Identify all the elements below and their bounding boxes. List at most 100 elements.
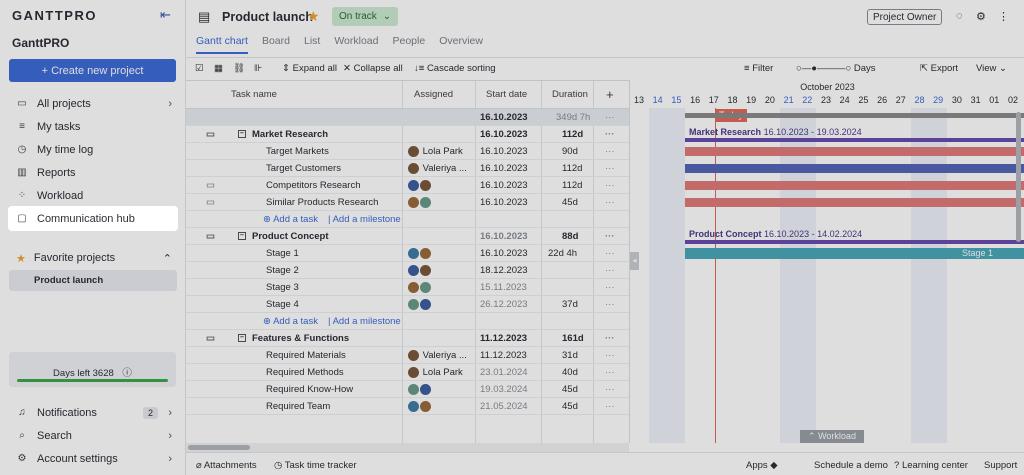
duration[interactable]: 112d [562, 180, 582, 191]
learning-center-link[interactable]: ? Learning center [894, 460, 968, 471]
start-date[interactable]: 26.12.2023 [480, 299, 528, 310]
gear-icon[interactable]: ⚙ [976, 10, 986, 23]
assignee[interactable] [408, 248, 432, 259]
sidebar-item-my-tasks[interactable]: ≡ My tasks [0, 115, 186, 138]
assignee[interactable] [408, 282, 432, 293]
comment-icon[interactable]: ▭ [206, 129, 215, 140]
more-icon[interactable]: ⋮ [998, 10, 1009, 23]
header-assigned[interactable]: Assigned [414, 89, 453, 100]
duration[interactable]: 45d [562, 401, 578, 412]
view-dropdown[interactable]: View ⌄ [976, 63, 1007, 74]
group-row[interactable]: ▭ – Market Research 16.10.2023 112d ··· [186, 126, 629, 143]
header-task-name[interactable]: Task name [231, 89, 277, 100]
duration[interactable]: 31d [562, 350, 578, 361]
duration[interactable]: 45d [562, 197, 578, 208]
task-name[interactable]: Required Know-How [266, 384, 353, 395]
similar-products-bar[interactable] [685, 198, 1024, 207]
tab-list[interactable]: List [304, 35, 320, 54]
task-row[interactable]: ▭ Competitors Research 16.10.2023 112d ··· [186, 177, 629, 194]
target-markets-bar[interactable] [685, 147, 1024, 156]
grid-horizontal-scroll[interactable] [186, 443, 629, 452]
target-customers-bar[interactable] [685, 164, 1024, 173]
start-date[interactable]: 16.10.2023 [480, 197, 528, 208]
cascade-sorting-button[interactable]: ↓≡ Cascade sorting [414, 63, 496, 74]
task-name[interactable]: Competitors Research [266, 180, 361, 191]
more-icon[interactable]: ··· [605, 163, 615, 174]
assignee[interactable]: Lola Park [408, 367, 463, 378]
more-icon[interactable]: ··· [605, 180, 615, 191]
chat-icon[interactable]: ◌ [956, 10, 963, 22]
header-start-date[interactable]: Start date [486, 89, 527, 100]
start-date[interactable]: 23.01.2024 [480, 367, 528, 378]
assignee[interactable] [408, 384, 432, 395]
zoom-slider[interactable]: ○—●———○ Days [796, 63, 876, 74]
favorite-project-item[interactable]: Product launch [9, 270, 177, 291]
task-row[interactable]: Required Know-How 19.03.2024 45d ··· [186, 381, 629, 398]
sidebar-item-notifications[interactable]: ♫ Notifications 2 › [0, 401, 186, 424]
more-icon[interactable]: ··· [605, 248, 615, 259]
task-row[interactable]: Stage 4 26.12.2023 37d ··· [186, 296, 629, 313]
task-row[interactable]: Stage 2 18.12.2023 ··· [186, 262, 629, 279]
start-date[interactable]: 15.11.2023 [480, 282, 527, 293]
duration[interactable]: 22d 4h [548, 248, 577, 259]
comment-icon[interactable]: ▭ [206, 231, 215, 242]
start-date[interactable]: 11.12.2023 [480, 350, 527, 361]
assignee[interactable] [408, 180, 432, 191]
add-task-row[interactable]: ⊕ Add a task | Add a milestone [186, 211, 629, 228]
duration[interactable]: 90d [562, 146, 578, 157]
sidebar-item-account-settings[interactable]: ⚙ Account settings › [0, 447, 186, 470]
more-icon[interactable]: ··· [605, 112, 615, 123]
more-icon[interactable]: ··· [605, 197, 615, 208]
link-icon[interactable]: ⛓ [233, 63, 245, 74]
collapse-icon[interactable]: – [238, 232, 246, 241]
duration[interactable]: 112d [562, 129, 583, 140]
more-icon[interactable]: ··· [605, 231, 615, 242]
comment-icon[interactable]: ▭ [206, 180, 215, 191]
task-name[interactable]: Target Markets [266, 146, 329, 157]
task-name[interactable]: Stage 1 [266, 248, 299, 259]
more-icon[interactable]: ··· [605, 299, 615, 310]
support-link[interactable]: Support [984, 460, 1017, 471]
start-date[interactable]: 21.05.2024 [480, 401, 528, 412]
sidebar-item-workload[interactable]: ⁘ Workload [0, 184, 186, 207]
more-icon[interactable]: ··· [605, 384, 615, 395]
more-icon[interactable]: ··· [605, 146, 615, 157]
group-row[interactable]: ▭ – Features & Functions 11.12.2023 161d ··· [186, 330, 629, 347]
duration[interactable]: 37d [562, 299, 578, 310]
header-duration[interactable]: Duration [552, 89, 588, 100]
add-task-row[interactable]: ⊕ Add a task | Add a milestone [186, 313, 629, 330]
comment-icon[interactable]: ▭ [206, 197, 215, 208]
more-icon[interactable]: ··· [605, 367, 615, 378]
start-date[interactable]: 16.10.2023 [480, 129, 528, 140]
task-row[interactable]: Stage 1 16.10.2023 22d 4h ··· [186, 245, 629, 262]
stage-1-bar[interactable]: Stage 1 [685, 248, 1024, 259]
task-row[interactable]: Stage 3 15.11.2023 ··· [186, 279, 629, 296]
task-name[interactable]: Similar Products Research [266, 197, 378, 208]
task-name[interactable]: Stage 4 [266, 299, 299, 310]
create-project-button[interactable]: + Create new project [9, 59, 176, 82]
assignee[interactable]: Valeriya ... [408, 163, 467, 174]
checkbox-icon[interactable]: ☑ [195, 63, 204, 74]
collapse-icon[interactable]: – [238, 334, 246, 343]
task-name[interactable]: Required Team [266, 401, 330, 412]
start-date[interactable]: 16.10.2023 [480, 163, 528, 174]
task-row[interactable]: ▭ Similar Products Research 16.10.2023 45d ·… [186, 194, 629, 211]
schedule-demo-link[interactable]: Schedule a demo [814, 460, 888, 471]
more-icon[interactable]: ··· [605, 282, 615, 293]
more-icon[interactable]: ··· [605, 265, 615, 276]
tab-gantt-chart[interactable]: Gantt chart [196, 35, 248, 54]
sidebar-item-all-projects[interactable]: ▭ All projects › [0, 92, 186, 115]
assignee[interactable] [408, 197, 432, 208]
more-icon[interactable]: ··· [605, 350, 615, 361]
start-date[interactable]: 16.10.2023 [480, 180, 528, 191]
task-name[interactable]: Required Methods [266, 367, 344, 378]
collapse-all-button[interactable]: ✕ Collapse all [343, 63, 403, 74]
assignee[interactable] [408, 299, 432, 310]
tab-board[interactable]: Board [262, 35, 290, 54]
competitors-bar[interactable] [685, 181, 1024, 190]
add-milestone-link[interactable]: | Add a milestone [328, 316, 401, 327]
sidebar-item-communication-hub[interactable]: ▢ Communication hub [9, 207, 177, 230]
sidebar-item-search[interactable]: ⌕ Search › [0, 424, 186, 447]
apps-button[interactable]: Apps ◆ [746, 460, 778, 471]
duration[interactable]: 40d [562, 367, 578, 378]
